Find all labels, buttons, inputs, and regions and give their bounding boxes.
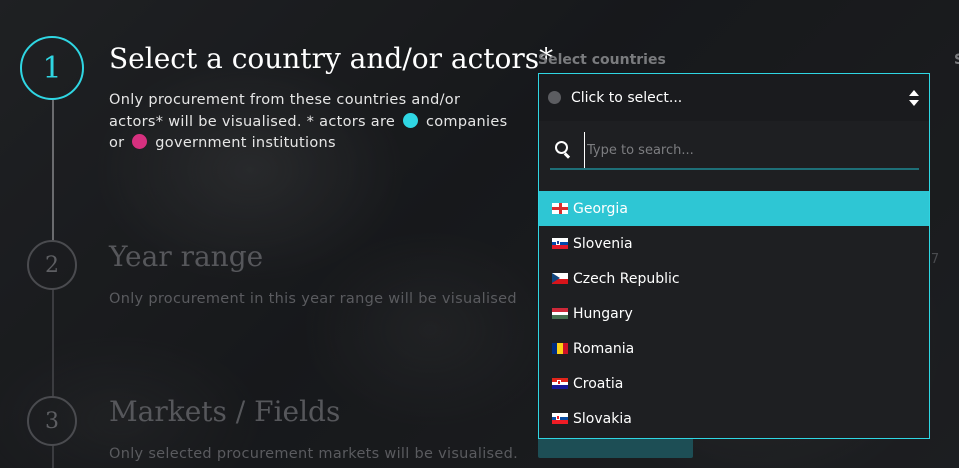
croatia-flag-icon: [552, 378, 568, 389]
option-label: Slovenia: [573, 235, 633, 252]
search-icon: [555, 141, 573, 159]
option-label: Georgia: [573, 200, 628, 217]
countries-select-dropdown[interactable]: Click to select... Georgia Slovenia Czec…: [538, 73, 930, 439]
country-option-czech-republic[interactable]: Czech Republic: [539, 261, 929, 296]
step-connector: [52, 445, 54, 468]
romania-flag-icon: [552, 343, 568, 354]
option-label: Slovakia: [573, 410, 632, 427]
country-options-list: Georgia Slovenia Czech Republic Hungary …: [539, 191, 929, 436]
countries-select-trigger[interactable]: Click to select...: [539, 74, 929, 121]
country-search-input[interactable]: [584, 132, 919, 168]
country-option-hungary[interactable]: Hungary: [539, 296, 929, 331]
option-label: Croatia: [573, 375, 624, 392]
step-2-description: Only procurement in this year range will…: [109, 291, 517, 307]
slovakia-flag-icon: [552, 413, 568, 424]
georgia-flag-icon: [552, 203, 568, 214]
hungary-flag-icon: [552, 308, 568, 319]
country-search-box[interactable]: [550, 132, 919, 170]
countries-select-label: Select countries: [538, 52, 666, 68]
sort-caret-icon: [909, 90, 919, 106]
actors-select-label-cutoff: S: [954, 52, 959, 68]
option-label: Hungary: [573, 305, 633, 322]
government-dot-icon: [132, 134, 148, 149]
step-3-description: Only selected procurement markets will b…: [109, 446, 519, 462]
globe-icon: [548, 91, 561, 104]
step-1-title: Select a country and/or actors*: [109, 42, 554, 75]
step-1-description: Only procurement from these countries an…: [109, 90, 509, 155]
step-3-indicator[interactable]: 3: [27, 396, 77, 446]
slovenia-flag-icon: [552, 238, 568, 249]
step-1-desc-government: government institutions: [155, 135, 336, 151]
country-option-slovenia[interactable]: Slovenia: [539, 226, 929, 261]
step-1-indicator: 1: [20, 36, 84, 100]
country-option-slovakia[interactable]: Slovakia: [539, 401, 929, 436]
country-option-georgia[interactable]: Georgia: [539, 191, 929, 226]
step-2-indicator[interactable]: 2: [27, 240, 77, 290]
step-connector: [52, 100, 54, 241]
czech-flag-icon: [552, 273, 568, 284]
country-option-croatia[interactable]: Croatia: [539, 366, 929, 401]
option-label: Czech Republic: [573, 270, 680, 287]
option-label: Romania: [573, 340, 635, 357]
step-connector: [52, 289, 54, 397]
country-option-romania[interactable]: Romania: [539, 331, 929, 366]
select-placeholder: Click to select...: [571, 89, 683, 106]
step-3-title: Markets / Fields: [109, 395, 341, 428]
step-2-title: Year range: [109, 240, 264, 273]
companies-dot-icon: [403, 112, 419, 128]
